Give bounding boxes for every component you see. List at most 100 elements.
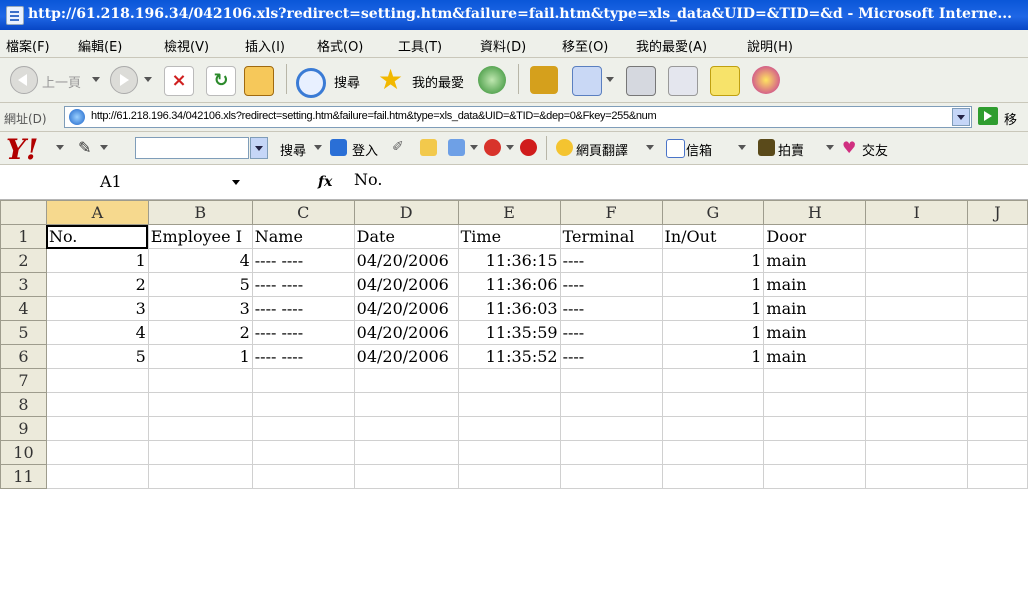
cell[interactable]: 04/20/2006 (353, 344, 459, 369)
cell[interactable] (353, 440, 459, 465)
cell[interactable] (147, 416, 253, 441)
favorites-label[interactable]: 我的最愛 (412, 72, 464, 91)
row-header[interactable]: 4 (0, 296, 47, 321)
cell[interactable]: main (763, 248, 867, 273)
cell[interactable]: 3 (147, 296, 253, 321)
cell[interactable]: main (763, 272, 867, 297)
cell[interactable] (661, 392, 765, 417)
go-arrow-icon[interactable] (978, 107, 998, 125)
cell[interactable]: 11:35:59 (457, 320, 561, 345)
cell[interactable] (763, 440, 867, 465)
layout-dropdown-icon[interactable] (470, 145, 478, 150)
column-header[interactable]: F (559, 200, 663, 225)
mail-label[interactable]: 信箱 (686, 140, 712, 159)
cell[interactable]: 1 (661, 248, 765, 273)
cell[interactable]: ---- (559, 248, 663, 273)
cell[interactable] (967, 392, 1028, 417)
menu-insert[interactable]: 插入(I) (245, 36, 285, 55)
cell[interactable] (559, 368, 663, 393)
auction-dropdown-icon[interactable] (826, 145, 834, 150)
cell[interactable] (967, 320, 1028, 345)
cell[interactable]: 1 (147, 344, 253, 369)
cell[interactable]: 1 (661, 272, 765, 297)
address-url[interactable]: http://61.218.196.34/042106.xls?redirect… (91, 110, 657, 122)
cell[interactable]: ---- (559, 296, 663, 321)
column-header[interactable]: H (763, 200, 867, 225)
row-header[interactable]: 2 (0, 248, 47, 273)
cell[interactable]: 1 (45, 248, 149, 273)
cell[interactable]: 04/20/2006 (353, 248, 459, 273)
cell[interactable] (865, 344, 969, 369)
cell[interactable] (967, 272, 1028, 297)
column-header[interactable]: D (353, 200, 459, 225)
cell[interactable]: 2 (147, 320, 253, 345)
cell[interactable]: ---- ---- (251, 296, 355, 321)
row-header[interactable]: 10 (0, 440, 47, 465)
cell[interactable] (559, 392, 663, 417)
history-icon[interactable] (478, 66, 506, 94)
cell[interactable] (353, 368, 459, 393)
formula-content[interactable]: No. (354, 170, 382, 189)
cell[interactable]: 2 (45, 272, 149, 297)
cell[interactable]: ---- ---- (251, 320, 355, 345)
yahoo-search-dd-icon[interactable] (314, 145, 322, 150)
layout-icon[interactable] (448, 139, 465, 156)
cell[interactable] (865, 440, 969, 465)
cell[interactable]: Date (353, 224, 459, 249)
address-dropdown-icon[interactable] (952, 108, 970, 126)
cell[interactable] (353, 392, 459, 417)
cell[interactable] (251, 392, 355, 417)
cell[interactable] (251, 464, 355, 489)
office-icon[interactable] (530, 66, 558, 94)
go-label[interactable]: 移 (1004, 109, 1017, 128)
refresh-icon[interactable]: ↻ (206, 66, 236, 96)
cell[interactable]: Employee I (147, 224, 253, 249)
home-icon[interactable] (244, 66, 274, 96)
note-icon[interactable] (710, 66, 740, 96)
cell[interactable] (865, 272, 969, 297)
cell[interactable] (763, 464, 867, 489)
row-header[interactable]: 3 (0, 272, 47, 297)
translate-icon[interactable] (556, 139, 573, 156)
column-header[interactable]: E (457, 200, 561, 225)
menu-tools[interactable]: 工具(T) (398, 36, 442, 55)
cell[interactable]: ---- (559, 320, 663, 345)
cell[interactable] (353, 464, 459, 489)
cell[interactable]: 04/20/2006 (353, 296, 459, 321)
column-header[interactable]: C (251, 200, 355, 225)
print-icon[interactable] (626, 66, 656, 96)
cell[interactable] (661, 440, 765, 465)
cell[interactable]: Door (763, 224, 867, 249)
cell[interactable]: ---- (559, 272, 663, 297)
bookmark-icon[interactable] (420, 139, 437, 156)
row-header[interactable]: 9 (0, 416, 47, 441)
yahoo-search-label[interactable]: 搜尋 (280, 140, 306, 159)
cell[interactable] (865, 224, 969, 249)
cell[interactable]: 4 (45, 320, 149, 345)
menu-view[interactable]: 檢視(V) (164, 36, 209, 55)
target-dropdown-icon[interactable] (506, 145, 514, 150)
cell[interactable]: 11:36:03 (457, 296, 561, 321)
mail-envelope-icon[interactable] (666, 139, 685, 158)
cell[interactable] (763, 368, 867, 393)
mail-icon[interactable] (572, 66, 602, 96)
login-label[interactable]: 登入 (352, 140, 378, 159)
cell[interactable]: Time (457, 224, 561, 249)
cell[interactable] (147, 440, 253, 465)
cell[interactable] (457, 392, 561, 417)
row-header[interactable]: 8 (0, 392, 47, 417)
select-all-corner[interactable] (0, 200, 47, 225)
row-header[interactable]: 1 (0, 224, 47, 249)
cell[interactable]: ---- (559, 344, 663, 369)
cell[interactable] (865, 416, 969, 441)
cell[interactable] (763, 392, 867, 417)
cell[interactable] (865, 392, 969, 417)
back-icon[interactable] (10, 66, 38, 94)
name-box-dropdown-icon[interactable] (232, 180, 240, 185)
cell[interactable] (147, 464, 253, 489)
edit-icon[interactable] (668, 66, 698, 96)
cell[interactable] (457, 416, 561, 441)
cell[interactable] (967, 344, 1028, 369)
cell[interactable] (865, 320, 969, 345)
cell[interactable]: 5 (147, 272, 253, 297)
